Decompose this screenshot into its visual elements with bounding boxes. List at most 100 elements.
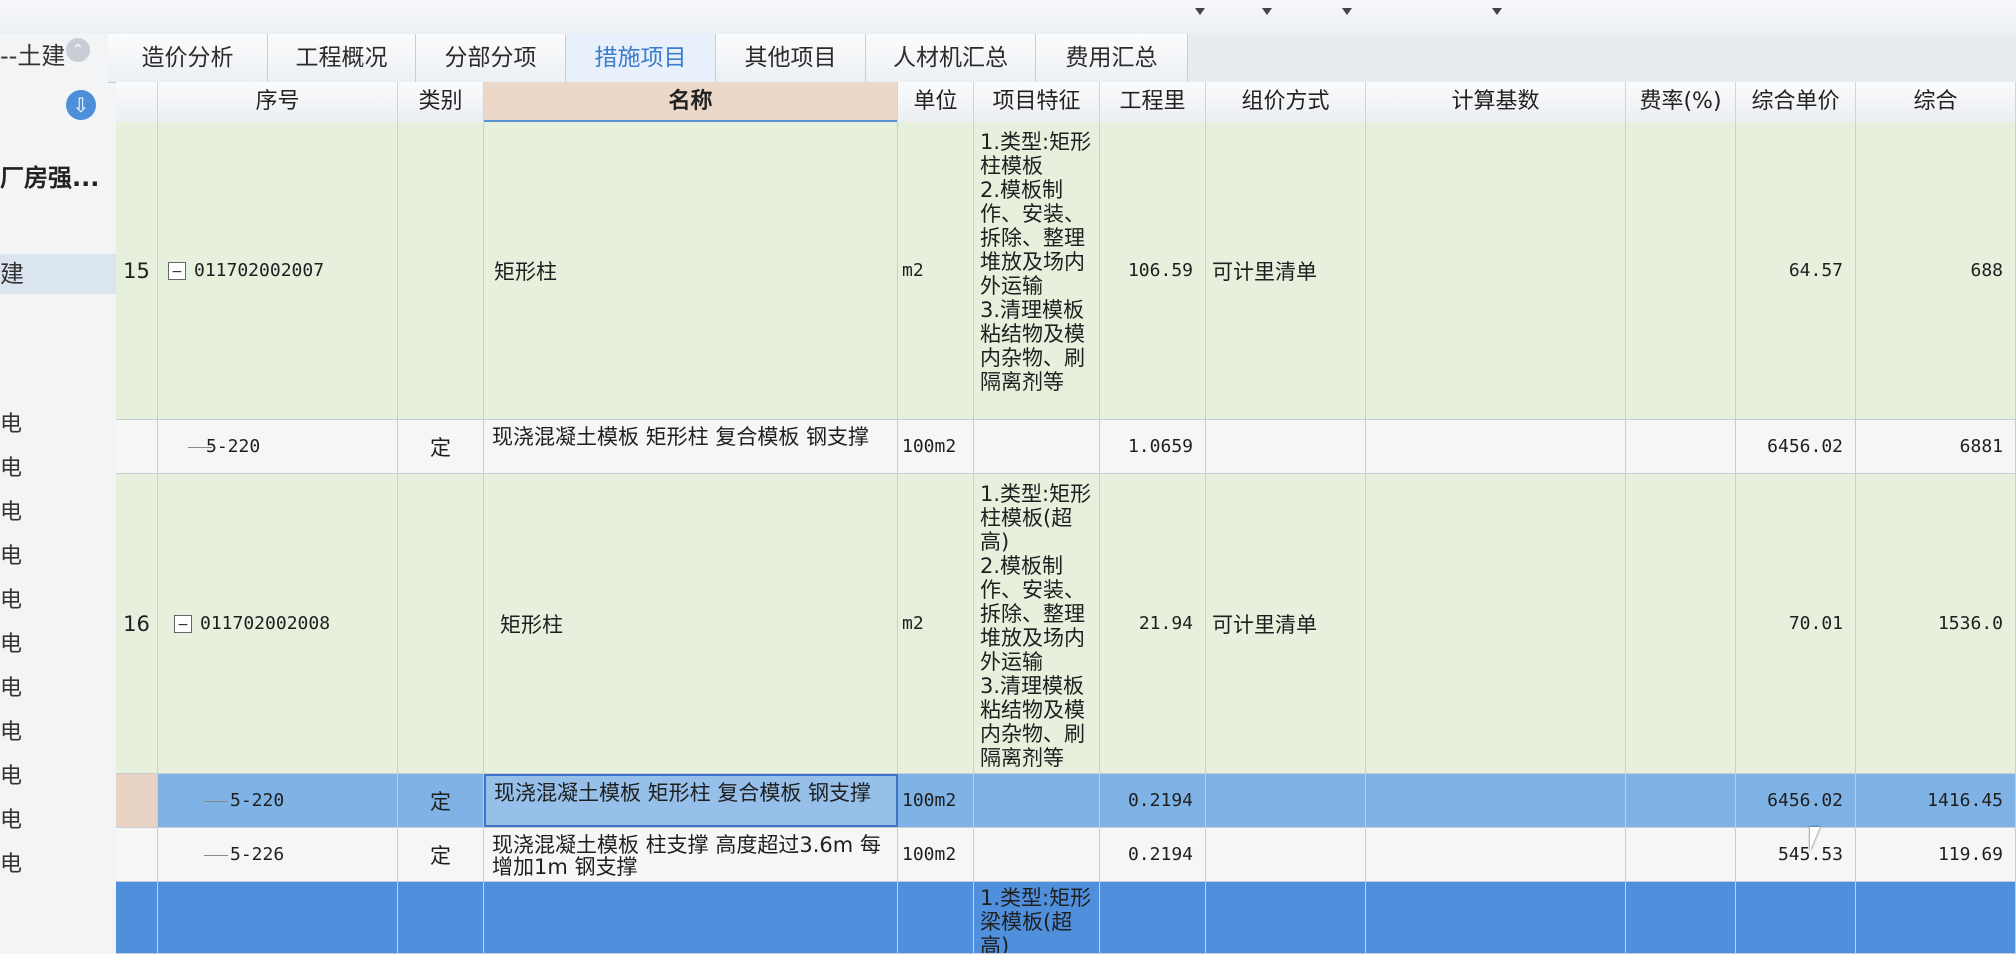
rate-cell[interactable] [1626, 122, 1736, 419]
quantity-cell[interactable] [1100, 882, 1206, 953]
pricing-method-cell[interactable] [1206, 774, 1366, 827]
tab-cost-analysis[interactable]: 造价分析 [108, 34, 268, 82]
total-cell: 6881 [1856, 420, 2016, 473]
column-header-name[interactable]: 名称 [484, 82, 898, 122]
sidebar-item-electrical[interactable]: 电 [0, 802, 22, 834]
sidebar-item-electrical[interactable]: 电 [0, 494, 22, 526]
calculation-base-cell[interactable] [1366, 474, 1626, 773]
item-code-cell: 5-226 [158, 828, 398, 881]
feature-cell[interactable]: 1.类型:矩形梁模板(超高) [974, 882, 1100, 953]
unit-cell: m2 [898, 474, 974, 773]
tab-divisional-items[interactable]: 分部分项 [416, 34, 566, 82]
dropdown-arrow-icon[interactable] [1195, 8, 1205, 15]
table-row[interactable]: 5-226 定 现浇混凝土模板 柱支撑 高度超过3.6m 每增加1m 钢支撑 1… [116, 828, 2016, 882]
column-header-quantity[interactable]: 工程里 [1100, 82, 1206, 122]
feature-cell[interactable] [974, 774, 1100, 827]
rate-cell[interactable] [1626, 882, 1736, 953]
sidebar-item-electrical[interactable]: 电 [0, 846, 22, 878]
row-index-cell [116, 774, 158, 827]
quantity-cell[interactable]: 0.2194 [1100, 774, 1206, 827]
sidebar-project-name[interactable]: 厂房强... [0, 158, 99, 193]
unit-price-cell [1736, 882, 1856, 953]
quantity-cell[interactable]: 106.59 [1100, 122, 1206, 419]
pricing-method-cell[interactable] [1206, 828, 1366, 881]
measure-items-grid: 序号 类别 名称 单位 项目特征 工程里 组价方式 计算基数 费率(%) 综合单… [116, 82, 2016, 954]
name-cell[interactable]: 现浇混凝土模板 矩形柱 复合模板 钢支撑 [484, 420, 898, 473]
pricing-method-cell[interactable]: 可计里清单 [1206, 474, 1366, 773]
column-header-rate[interactable]: 费率(%) [1626, 82, 1736, 122]
calculation-base-cell[interactable] [1366, 122, 1626, 419]
name-cell[interactable]: 矩形柱 [484, 122, 898, 419]
calculation-base-cell[interactable] [1366, 828, 1626, 881]
table-row-partial[interactable]: 1.类型:矩形梁模板(超高) [116, 882, 2016, 954]
rate-cell[interactable] [1626, 828, 1736, 881]
module-tabs: 造价分析 工程概况 分部分项 措施项目 其他项目 人材机汇总 费用汇总 [108, 34, 2016, 83]
dropdown-arrow-icon[interactable] [1492, 8, 1502, 15]
feature-cell[interactable]: 1.类型:矩形柱模板 2.模板制作、安装、拆除、整理堆放及场内外运输 3.清理模… [974, 122, 1100, 419]
item-code-cell [158, 882, 398, 953]
tree-connector [188, 446, 212, 448]
sidebar-selected-item[interactable]: 建 [0, 254, 122, 294]
row-index-cell: 16 [116, 474, 158, 773]
category-cell [398, 474, 484, 773]
collapse-icon[interactable]: ⌃ [66, 38, 90, 62]
unit-price-cell: 6456.02 [1736, 420, 1856, 473]
feature-cell[interactable] [974, 420, 1100, 473]
dropdown-arrow-icon[interactable] [1342, 8, 1352, 15]
total-cell: 1416.45 [1856, 774, 2016, 827]
name-cell[interactable]: 现浇混凝土模板 柱支撑 高度超过3.6m 每增加1m 钢支撑 [484, 828, 898, 881]
pricing-method-cell[interactable] [1206, 420, 1366, 473]
rate-cell[interactable] [1626, 420, 1736, 473]
column-header-unit[interactable]: 单位 [898, 82, 974, 122]
table-row[interactable]: 16 − 011702002008 矩形柱 m2 1.类型:矩形柱模板(超高) … [116, 474, 2016, 774]
sidebar-item-electrical[interactable]: 电 [0, 582, 22, 614]
sidebar-item-electrical[interactable]: 电 [0, 450, 22, 482]
table-row[interactable]: 15 − 011702002007 矩形柱 m2 1.类型:矩形柱模板 2.模板… [116, 122, 2016, 420]
row-index-cell [116, 828, 158, 881]
tab-fee-summary[interactable]: 费用汇总 [1036, 34, 1188, 82]
column-header-calculation-base[interactable]: 计算基数 [1366, 82, 1626, 122]
sidebar-item-electrical[interactable]: 电 [0, 538, 22, 570]
column-header-category[interactable]: 类别 [398, 82, 484, 122]
tab-project-overview[interactable]: 工程概况 [268, 34, 416, 82]
pricing-method-cell[interactable]: 可计里清单 [1206, 122, 1366, 419]
calculation-base-cell[interactable] [1366, 420, 1626, 473]
tab-labor-material-summary[interactable]: 人材机汇总 [866, 34, 1036, 82]
sidebar-item-electrical[interactable]: 电 [0, 626, 22, 658]
tab-other-items[interactable]: 其他项目 [716, 34, 866, 82]
dropdown-arrow-icon[interactable] [1262, 8, 1272, 15]
sidebar-item-electrical[interactable]: 电 [0, 670, 22, 702]
quantity-cell[interactable]: 0.2194 [1100, 828, 1206, 881]
rate-cell[interactable] [1626, 774, 1736, 827]
table-row-selected[interactable]: 5-220 定 现浇混凝土模板 矩形柱 复合模板 钢支撑 100m2 0.219… [116, 774, 2016, 828]
name-cell[interactable]: 矩形柱 [484, 474, 898, 773]
name-cell[interactable]: 现浇混凝土模板 矩形柱 复合模板 钢支撑 [484, 774, 898, 827]
feature-cell[interactable] [974, 828, 1100, 881]
column-header-index[interactable]: 序号 [158, 82, 398, 122]
download-icon[interactable]: ⇩ [66, 90, 96, 120]
collapse-row-icon[interactable]: − [174, 614, 192, 633]
pricing-method-cell[interactable] [1206, 882, 1366, 953]
column-header-feature[interactable]: 项目特征 [974, 82, 1100, 122]
sidebar-item-electrical[interactable]: 电 [0, 406, 22, 438]
sidebar-item-electrical[interactable]: 电 [0, 758, 22, 790]
sidebar-item-electrical[interactable]: 电 [0, 714, 22, 746]
calculation-base-cell[interactable] [1366, 882, 1626, 953]
table-row[interactable]: 5-220 定 现浇混凝土模板 矩形柱 复合模板 钢支撑 100m2 1.065… [116, 420, 2016, 474]
rate-cell[interactable] [1626, 474, 1736, 773]
row-index-cell: 15 [116, 122, 158, 419]
tab-measure-items[interactable]: 措施项目 [566, 34, 716, 82]
column-header-total[interactable]: 综合 [1856, 82, 2016, 122]
total-cell [1856, 882, 2016, 953]
mouse-pointer-icon [1810, 827, 1830, 851]
calculation-base-cell[interactable] [1366, 774, 1626, 827]
quantity-cell[interactable]: 1.0659 [1100, 420, 1206, 473]
collapse-row-icon[interactable]: − [168, 261, 186, 280]
quantity-cell[interactable]: 21.94 [1100, 474, 1206, 773]
category-cell [398, 122, 484, 419]
name-cell[interactable] [484, 882, 898, 953]
column-header-unit-price[interactable]: 综合单价 [1736, 82, 1856, 122]
column-header-pricing-method[interactable]: 组价方式 [1206, 82, 1366, 122]
total-cell: 119.69 [1856, 828, 2016, 881]
feature-cell[interactable]: 1.类型:矩形柱模板(超高) 2.模板制作、安装、拆除、整理堆放及场内外运输 3… [974, 474, 1100, 773]
